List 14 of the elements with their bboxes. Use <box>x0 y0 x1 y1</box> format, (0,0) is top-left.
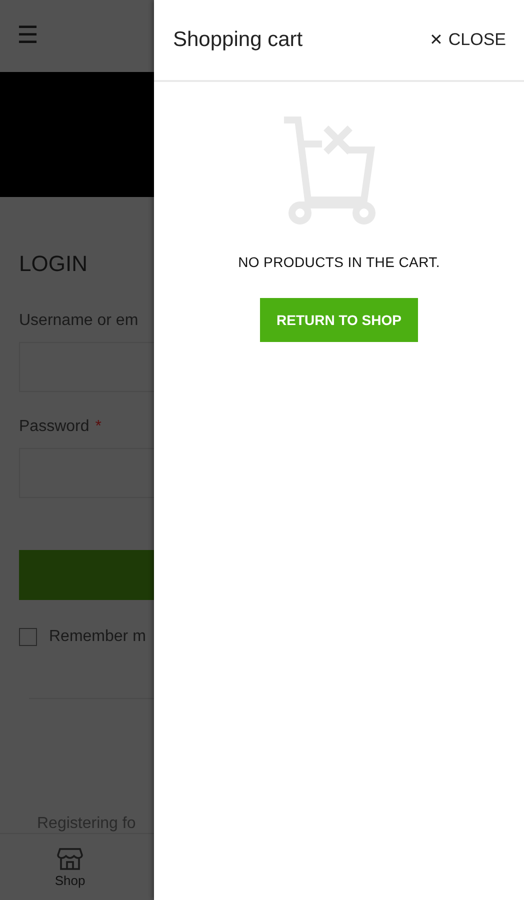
required-mark: * <box>95 418 102 436</box>
close-button[interactable]: ✕ CLOSE <box>429 30 506 50</box>
username-label: Username or em <box>19 312 140 330</box>
drawer-title: Shopping cart <box>173 28 303 52</box>
shop-nav-item[interactable]: Shop <box>0 834 140 900</box>
remember-checkbox[interactable] <box>19 628 37 646</box>
store-icon <box>57 846 83 870</box>
login-button[interactable] <box>19 550 154 600</box>
login-heading: LOGIN <box>19 251 88 277</box>
password-label: Password <box>19 418 90 436</box>
menu-icon[interactable]: ☰ <box>17 24 39 48</box>
empty-cart-message: NO PRODUCTS IN THE CART. <box>238 254 440 270</box>
return-to-shop-button[interactable]: RETURN TO SHOP <box>260 298 418 342</box>
remember-label: Remember m <box>49 628 146 646</box>
